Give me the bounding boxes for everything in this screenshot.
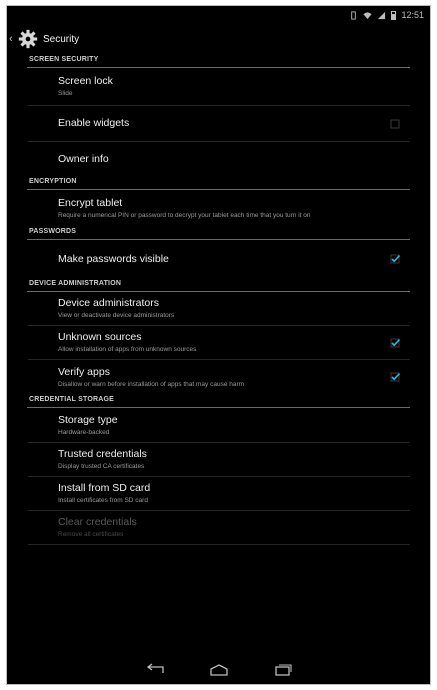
setting-unknown-sources[interactable]: Unknown sources Allow installation of ap… — [28, 326, 410, 360]
checkbox-checked-icon[interactable] — [390, 254, 400, 264]
section-header-encryption: ENCRYPTION — [27, 176, 410, 190]
status-time: 12:51 — [401, 10, 424, 20]
setting-title: Encrypt tablet — [58, 196, 123, 209]
setting-trusted-credentials[interactable]: Trusted credentials Display trusted CA c… — [28, 443, 410, 477]
setting-title: Unknown sources — [58, 331, 142, 343]
setting-title: Trusted credentials — [58, 448, 147, 460]
setting-make-passwords-visible[interactable]: Make passwords visible — [28, 240, 410, 278]
vibrate-icon — [351, 10, 357, 20]
setting-enable-widgets[interactable]: Enable widgets — [28, 106, 410, 142]
page-title: Security — [43, 33, 80, 45]
setting-title: Owner info — [58, 152, 109, 165]
checkbox-checked-icon[interactable] — [390, 372, 400, 382]
status-bar: 12:51 — [7, 6, 430, 24]
action-bar[interactable]: ‹ Security — [7, 24, 430, 54]
home-icon[interactable] — [208, 663, 230, 677]
setting-clear-credentials: Clear credentials Remove all certificate… — [28, 511, 410, 545]
setting-title: Install from SD card — [58, 482, 151, 494]
setting-title: Device administrators — [58, 297, 159, 309]
setting-summary: Install certificates from SD card — [58, 497, 148, 504]
setting-device-administrators[interactable]: Device administrators View or deactivate… — [28, 292, 410, 326]
checkbox-checked-icon[interactable] — [390, 338, 400, 348]
setting-summary: View or deactivate device administrators — [58, 312, 175, 319]
setting-summary: Slide — [58, 90, 73, 97]
setting-owner-info[interactable]: Owner info — [28, 142, 410, 176]
gear-icon[interactable] — [17, 28, 39, 50]
setting-title: Storage type — [58, 413, 118, 426]
setting-summary: Require a numerical PIN or password to d… — [58, 211, 311, 219]
setting-title: Verify apps — [58, 365, 110, 378]
setting-storage-type: Storage type Hardware-backed — [28, 408, 410, 443]
back-caret-icon[interactable]: ‹ — [9, 33, 17, 45]
settings-list: SCREEN SECURITY Screen lock Slide Enable… — [7, 54, 430, 545]
setting-summary: Hardware-backed — [58, 428, 110, 436]
setting-title: Enable widgets — [58, 117, 130, 129]
cell-signal-icon — [378, 11, 386, 19]
setting-verify-apps[interactable]: Verify apps Disallow or warn before inst… — [28, 360, 410, 394]
navigation-bar — [7, 656, 430, 684]
section-header-credential-storage: CREDENTIAL STORAGE — [27, 394, 410, 408]
recent-apps-icon[interactable] — [272, 663, 294, 677]
setting-summary: Allow installation of apps from unknown … — [58, 346, 197, 353]
setting-title: Clear credentials — [58, 516, 137, 528]
section-header-passwords: PASSWORDS — [27, 226, 410, 240]
setting-summary: Remove all certificates — [58, 531, 124, 538]
battery-icon — [391, 10, 397, 20]
setting-screen-lock[interactable]: Screen lock Slide — [28, 68, 410, 106]
section-header-device-administration: DEVICE ADMINISTRATION — [27, 278, 410, 292]
setting-encrypt-tablet[interactable]: Encrypt tablet Require a numerical PIN o… — [28, 190, 410, 226]
setting-summary: Display trusted CA certificates — [58, 463, 145, 470]
section-header-screen-security: SCREEN SECURITY — [27, 54, 410, 68]
setting-install-from-sd-card[interactable]: Install from SD card Install certificate… — [28, 477, 410, 511]
setting-title: Make passwords visible — [58, 252, 169, 265]
setting-title: Screen lock — [58, 75, 113, 87]
setting-summary: Disallow or warn before installation of … — [58, 380, 245, 388]
wifi-icon — [363, 11, 373, 19]
back-arrow-icon[interactable] — [144, 663, 166, 677]
device-screen: 12:51 ‹ Security SCREEN SECURITY Screen … — [6, 5, 431, 685]
checkbox-unchecked-icon[interactable] — [390, 119, 400, 129]
